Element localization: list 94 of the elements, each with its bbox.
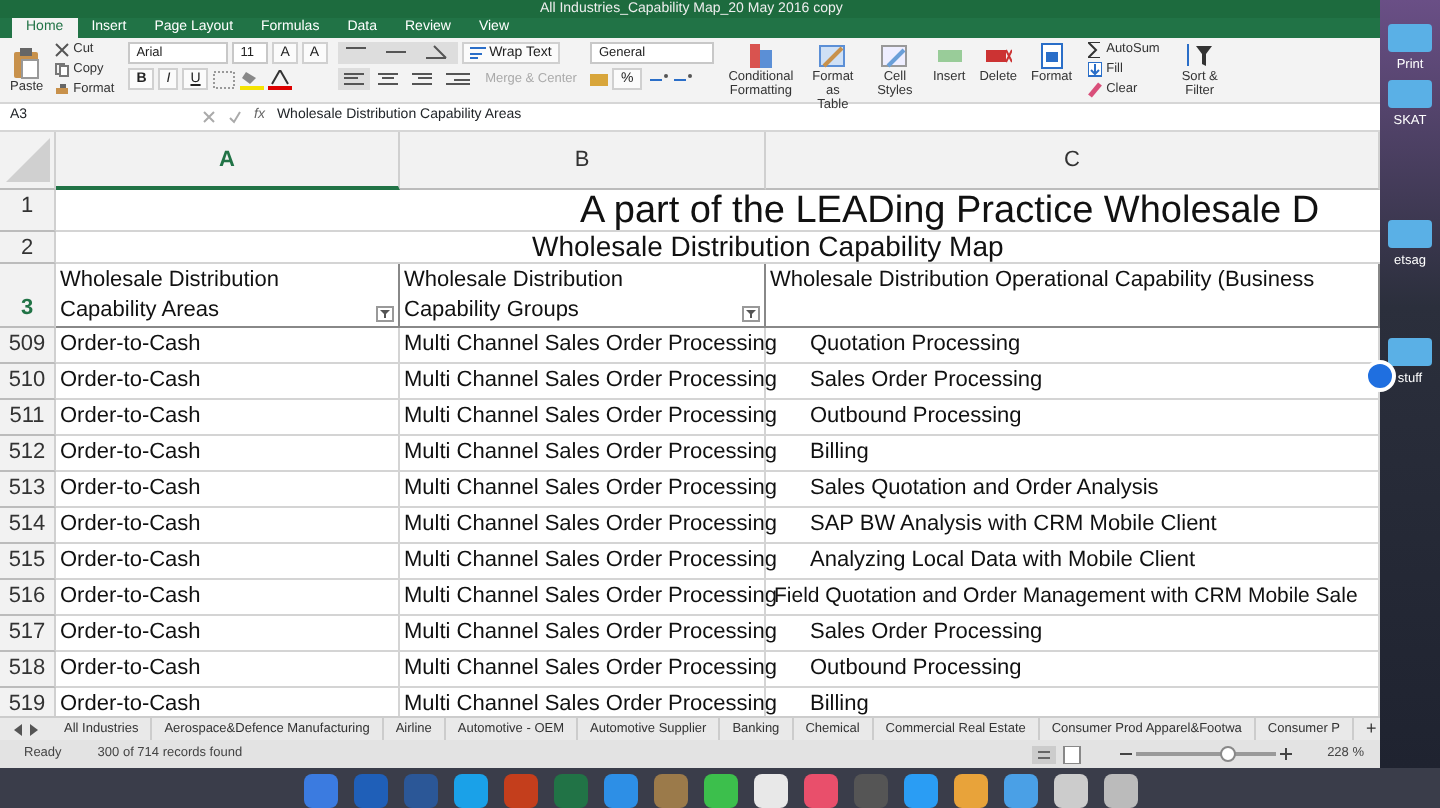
scissors-icon <box>53 42 70 58</box>
brush-icon <box>53 82 70 98</box>
table-cell: Order-to-Cash <box>60 440 201 464</box>
column-heading: Wholesale Distribution Capability Groups <box>404 266 625 326</box>
zoom-out-icon <box>1119 748 1132 760</box>
previous-icon <box>12 723 24 735</box>
row-header[interactable]: 1 <box>0 190 56 232</box>
sheet-title: Wholesale Distribution Capability Map <box>532 230 1004 262</box>
row-header[interactable]: 512 <box>0 436 56 472</box>
row-header[interactable]: 509 <box>0 328 56 364</box>
row-header[interactable]: 516 <box>0 580 56 616</box>
row-header[interactable]: 519 <box>0 688 56 716</box>
table-cell: Billing <box>810 692 869 716</box>
font-color-icon <box>268 69 293 89</box>
dock-app-icon[interactable] <box>1003 774 1037 808</box>
table-cell: Multi Channel Sales Order Processing <box>404 368 777 392</box>
eraser-icon <box>1088 82 1103 98</box>
table-cell: Multi Channel Sales Order Processing <box>404 440 777 464</box>
table-cell: Multi Channel Sales Order Processing <box>404 620 777 644</box>
table-cell: Multi Channel Sales Order Processing <box>404 476 777 500</box>
fill-down-icon <box>1088 62 1103 78</box>
table-cell: SAP BW Analysis with CRM Mobile Client <box>810 512 1217 536</box>
wrap-icon <box>469 46 486 60</box>
table-brush-icon <box>818 42 847 70</box>
table-cell: Sales Order Processing <box>810 368 1043 392</box>
pages-icon <box>53 62 70 78</box>
clipboard-icon <box>12 47 41 79</box>
row-header[interactable]: 518 <box>0 652 56 688</box>
table-cell: Outbound Processing <box>810 404 1022 428</box>
table-cell: Analyzing Local Data with Mobile Client <box>810 548 1196 572</box>
table-cell: Quotation Processing <box>810 332 1021 356</box>
border-icon <box>212 69 237 89</box>
table-cell: Field Quotation and Order Management with CRM Mobile Sale <box>774 584 1358 608</box>
folder-icon[interactable] <box>1388 338 1432 367</box>
table-cell: Multi Channel Sales Order Processing <box>404 404 777 428</box>
page-layout-icon <box>1059 745 1084 763</box>
fill-color-icon <box>240 69 265 89</box>
next-icon <box>28 723 40 735</box>
column-heading: Wholesale Distribution Operational Capability (Business <box>770 268 1315 292</box>
row-header[interactable]: 515 <box>0 544 56 580</box>
folder-icon[interactable] <box>1388 219 1432 247</box>
table-cell: Multi Channel Sales Order Processing <box>404 584 777 608</box>
column-header[interactable]: A <box>56 132 400 190</box>
table-cell: Order-to-Cash <box>60 512 201 536</box>
table-cell: Multi Channel Sales Order Processing <box>404 656 777 680</box>
column-header[interactable]: C <box>766 132 1380 190</box>
row-header[interactable]: 510 <box>0 364 56 400</box>
row-header[interactable]: 511 <box>0 400 56 436</box>
sheet-title: A part of the LEADing Practice Wholesale D <box>580 190 1320 232</box>
table-cell: Multi Channel Sales Order Processing <box>404 548 777 572</box>
table-cell: Order-to-Cash <box>60 620 201 644</box>
filter-button[interactable] <box>742 306 760 322</box>
sort-filter-icon <box>1185 42 1214 70</box>
filter-button[interactable] <box>376 306 394 322</box>
table-cell: Multi Channel Sales Order Processing <box>404 512 777 536</box>
dock-app-icon[interactable] <box>703 774 737 808</box>
dock-app-icon[interactable] <box>753 774 787 808</box>
dock-app-icon[interactable] <box>453 774 487 808</box>
normal-view-icon <box>1031 745 1056 763</box>
column-header[interactable]: B <box>400 132 766 190</box>
table-cell: Order-to-Cash <box>60 332 201 356</box>
dock-app-icon[interactable] <box>953 774 987 808</box>
column-heading: Wholesale Distribution Capability Areas <box>60 266 281 326</box>
dock-app-icon[interactable] <box>1103 774 1137 808</box>
zoom-thumb[interactable] <box>1219 746 1236 762</box>
row-header[interactable]: 2 <box>0 232 56 264</box>
zoom-in-icon <box>1279 748 1292 760</box>
sigma-icon <box>1088 42 1103 58</box>
bar-chart-icon <box>746 42 775 70</box>
table-cell: Order-to-Cash <box>60 368 201 392</box>
row-header[interactable]: 3 <box>0 264 56 328</box>
table-cell: Order-to-Cash <box>60 584 201 608</box>
funnel-icon <box>378 308 392 320</box>
table-cell: Multi Channel Sales Order Processing <box>404 692 777 716</box>
row-header[interactable]: 514 <box>0 508 56 544</box>
table-cell: Outbound Processing <box>810 656 1022 680</box>
folder-icon[interactable] <box>1388 79 1432 108</box>
table-cell: Order-to-Cash <box>60 404 201 428</box>
table-cell: Order-to-Cash <box>60 692 201 716</box>
table-cell: Sales Quotation and Order Analysis <box>810 476 1159 500</box>
dock-app-icon[interactable] <box>1053 774 1087 808</box>
table-cell: Order-to-Cash <box>60 548 201 572</box>
dock-app-icon[interactable] <box>903 774 937 808</box>
table-cell: Order-to-Cash <box>60 656 201 680</box>
table-cell: Sales Order Processing <box>810 620 1043 644</box>
cancel-icon <box>202 110 216 124</box>
table-cell: Order-to-Cash <box>60 476 201 500</box>
funnel-icon <box>744 308 758 320</box>
currency-icon <box>590 70 609 88</box>
check-icon <box>228 110 242 124</box>
row-header[interactable]: 517 <box>0 616 56 652</box>
row-header[interactable]: 513 <box>0 472 56 508</box>
table-cell: Billing <box>810 440 869 464</box>
table-cell: Multi Channel Sales Order Processing <box>404 332 777 356</box>
